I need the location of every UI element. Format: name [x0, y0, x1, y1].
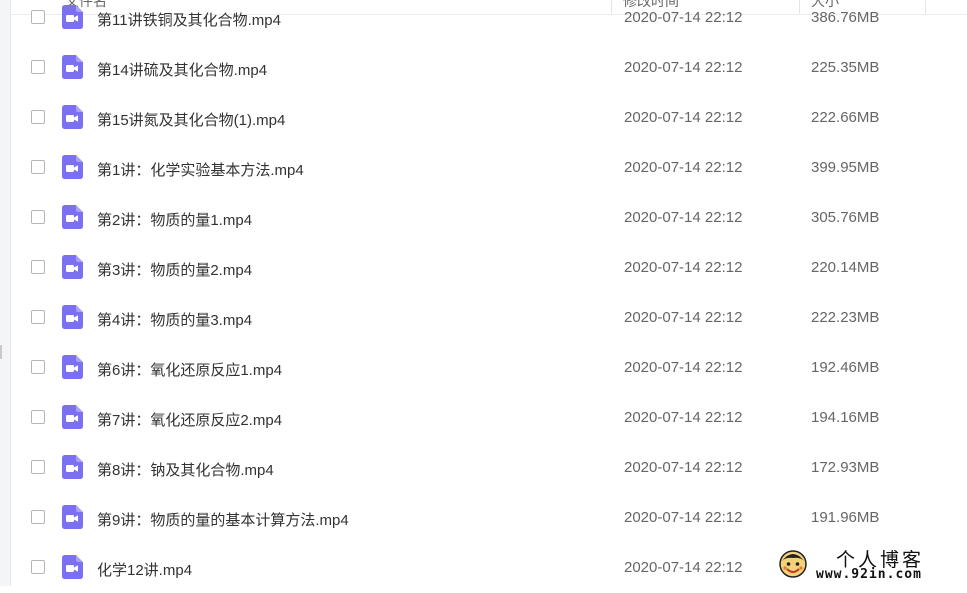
file-modified-time: 2020-07-14 22:12 — [624, 559, 743, 576]
video-file-icon — [62, 55, 83, 79]
avatar-icon — [779, 550, 807, 578]
file-row[interactable]: 第11讲铁铜及其化合物.mp4 2020-07-14 22:12 386.76MB — [11, 0, 967, 43]
file-modified-time: 2020-07-14 22:12 — [624, 309, 743, 326]
video-file-icon — [62, 155, 83, 179]
file-size: 222.23MB — [811, 309, 880, 326]
row-checkbox[interactable] — [31, 110, 45, 124]
file-modified-time: 2020-07-14 22:12 — [624, 359, 743, 376]
file-name[interactable]: 第3讲：物质的量2.mp4 — [97, 259, 252, 280]
file-size: 222.66MB — [811, 109, 880, 126]
file-row[interactable]: 第14讲硫及其化合物.mp4 2020-07-14 22:12 225.35MB — [11, 43, 967, 93]
row-checkbox[interactable] — [31, 460, 45, 474]
watermark-url: www.92in.com — [816, 567, 922, 582]
watermark-logo: 个人博客 www.92in.com — [772, 543, 967, 586]
video-file-icon — [62, 455, 83, 479]
file-row[interactable]: 第3讲：物质的量2.mp4 2020-07-14 22:12 220.14MB — [11, 243, 967, 293]
file-size: 225.35MB — [811, 59, 880, 76]
file-size: 220.14MB — [811, 259, 880, 276]
file-name[interactable]: 第1讲：化学实验基本方法.mp4 — [97, 159, 304, 180]
row-checkbox[interactable] — [31, 60, 45, 74]
file-name[interactable]: 第15讲氮及其化合物(1).mp4 — [97, 109, 285, 130]
video-file-icon — [62, 105, 83, 129]
video-file-icon — [62, 305, 83, 329]
video-file-icon — [62, 5, 83, 29]
row-checkbox[interactable] — [31, 410, 45, 424]
video-file-icon — [62, 255, 83, 279]
file-size: 399.95MB — [811, 159, 880, 176]
file-modified-time: 2020-07-14 22:12 — [624, 259, 743, 276]
row-checkbox[interactable] — [31, 10, 45, 24]
file-row[interactable]: 第2讲：物质的量1.mp4 2020-07-14 22:12 305.76MB — [11, 193, 967, 243]
file-modified-time: 2020-07-14 22:12 — [624, 9, 743, 26]
video-file-icon — [62, 205, 83, 229]
file-modified-time: 2020-07-14 22:12 — [624, 109, 743, 126]
file-size: 386.76MB — [811, 9, 880, 26]
file-name[interactable]: 第8讲：钠及其化合物.mp4 — [97, 459, 274, 480]
file-name[interactable]: 第11讲铁铜及其化合物.mp4 — [97, 9, 281, 30]
file-modified-time: 2020-07-14 22:12 — [624, 459, 743, 476]
row-checkbox[interactable] — [31, 310, 45, 324]
file-row[interactable]: 第15讲氮及其化合物(1).mp4 2020-07-14 22:12 222.66M… — [11, 93, 967, 143]
file-modified-time: 2020-07-14 22:12 — [624, 509, 743, 526]
file-modified-time: 2020-07-14 22:12 — [624, 59, 743, 76]
file-row[interactable]: 第6讲：氧化还原反应1.mp4 2020-07-14 22:12 192.46MB — [11, 343, 967, 393]
file-name[interactable]: 第6讲：氧化还原反应1.mp4 — [97, 359, 282, 380]
file-name[interactable]: 第9讲：物质的量的基本计算方法.mp4 — [97, 509, 349, 530]
file-row[interactable]: 第1讲：化学实验基本方法.mp4 2020-07-14 22:12 399.95MB — [11, 143, 967, 193]
row-checkbox[interactable] — [31, 560, 45, 574]
video-file-icon — [62, 355, 83, 379]
left-panel-edge — [0, 0, 11, 586]
file-row[interactable]: 第8讲：钠及其化合物.mp4 2020-07-14 22:12 172.93MB — [11, 443, 967, 493]
file-name[interactable]: 第2讲：物质的量1.mp4 — [97, 209, 252, 230]
file-size: 191.96MB — [811, 509, 880, 526]
file-name[interactable]: 第7讲：氧化还原反应2.mp4 — [97, 409, 282, 430]
file-name[interactable]: 第14讲硫及其化合物.mp4 — [97, 59, 267, 80]
file-modified-time: 2020-07-14 22:12 — [624, 209, 743, 226]
file-row[interactable]: 第7讲：氧化还原反应2.mp4 2020-07-14 22:12 194.16MB — [11, 393, 967, 443]
file-size: 192.46MB — [811, 359, 880, 376]
row-checkbox[interactable] — [31, 260, 45, 274]
file-modified-time: 2020-07-14 22:12 — [624, 409, 743, 426]
file-modified-time: 2020-07-14 22:12 — [624, 159, 743, 176]
panel-resize-handle[interactable] — [0, 345, 2, 359]
row-checkbox[interactable] — [31, 510, 45, 524]
row-checkbox[interactable] — [31, 160, 45, 174]
file-name[interactable]: 第4讲：物质的量3.mp4 — [97, 309, 252, 330]
row-checkbox[interactable] — [31, 360, 45, 374]
row-checkbox[interactable] — [31, 210, 45, 224]
file-row[interactable]: 第9讲：物质的量的基本计算方法.mp4 2020-07-14 22:12 191.9… — [11, 493, 967, 543]
file-size: 194.16MB — [811, 409, 880, 426]
file-size: 305.76MB — [811, 209, 880, 226]
file-name[interactable]: 化学12讲.mp4 — [97, 559, 192, 580]
video-file-icon — [62, 505, 83, 529]
file-row[interactable]: 第4讲：物质的量3.mp4 2020-07-14 22:12 222.23MB — [11, 293, 967, 343]
video-file-icon — [62, 555, 83, 579]
file-size: 172.93MB — [811, 459, 880, 476]
video-file-icon — [62, 405, 83, 429]
